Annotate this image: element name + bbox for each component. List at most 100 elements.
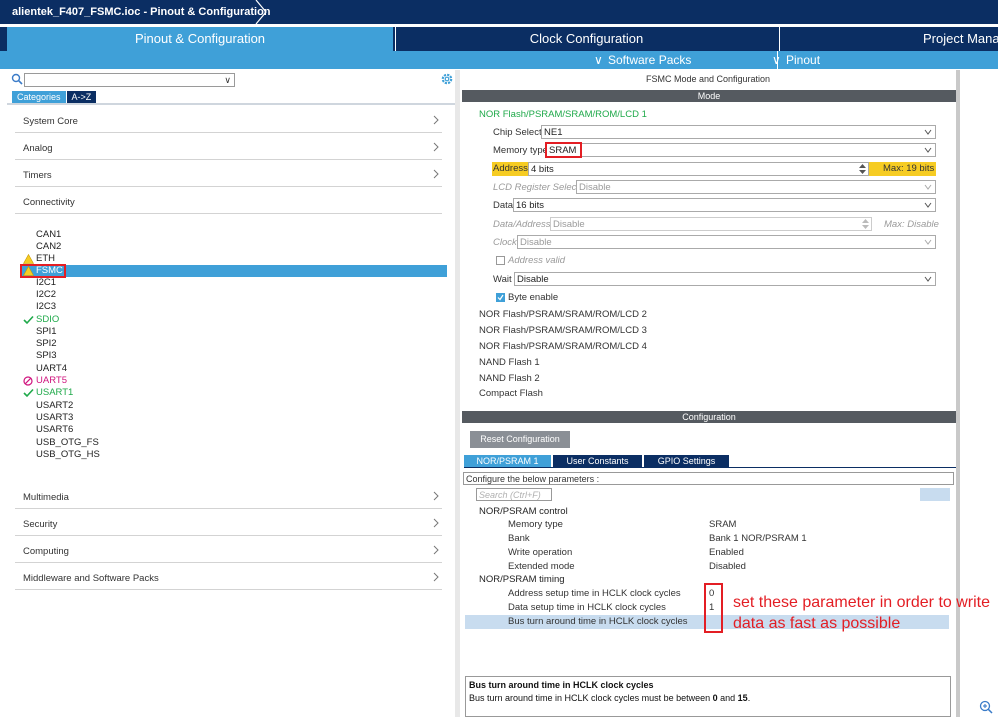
table-row[interactable]: Memory type SRAM [465, 518, 949, 532]
wait-dropdown[interactable]: Disable [514, 272, 936, 286]
divider [7, 103, 455, 105]
byte-enable-checkbox[interactable] [496, 293, 505, 302]
category-computing[interactable]: Computing [15, 539, 442, 563]
tab-user-constants[interactable]: User Constants [553, 455, 642, 467]
software-packs-caret-icon: ∨ [594, 53, 603, 67]
list-item-can1[interactable]: CAN1 [20, 229, 447, 241]
data-address-spinbox[interactable]: Disable [550, 217, 872, 231]
mode-block-lcd4[interactable]: NOR Flash/PSRAM/SRAM/ROM/LCD 4 [479, 341, 647, 352]
chevron-down-icon [924, 276, 932, 282]
parameter-search-input[interactable]: Search (Ctrl+F) [476, 488, 552, 501]
data-address-max: Max: Disable [884, 219, 939, 230]
tab-gpio-settings[interactable]: GPIO Settings [644, 455, 729, 467]
warning-icon [23, 254, 34, 264]
list-item-usart6[interactable]: USART6 [20, 424, 447, 436]
mode-block-lcd2[interactable]: NOR Flash/PSRAM/SRAM/ROM/LCD 2 [479, 309, 647, 320]
clock-row: Clock Disable [493, 235, 937, 250]
address-valid-checkbox[interactable] [496, 256, 505, 265]
list-item-sdio[interactable]: SDIO [20, 314, 447, 326]
list-item-uart4[interactable]: UART4 [20, 363, 447, 375]
lcd-register-select-label: LCD Register Select [493, 182, 580, 193]
chevron-right-icon [433, 518, 439, 528]
address-valid-label: Address valid [508, 255, 566, 266]
category-timers[interactable]: Timers [15, 163, 442, 187]
param-group-control[interactable]: NOR/PSRAM control [479, 506, 568, 517]
list-item-usb-otg-fs[interactable]: USB_OTG_FS [20, 437, 447, 449]
mode-block-nand2[interactable]: NAND Flash 2 [479, 373, 540, 384]
list-item-usart2[interactable]: USART2 [20, 400, 447, 412]
mode-block-nand1[interactable]: NAND Flash 1 [479, 357, 540, 368]
mode-block-lcd3[interactable]: NOR Flash/PSRAM/SRAM/ROM/LCD 3 [479, 325, 647, 336]
tab-nor-psram-1[interactable]: NOR/PSRAM 1 [464, 455, 551, 467]
table-row[interactable]: Bank Bank 1 NOR/PSRAM 1 [465, 532, 949, 546]
window-title[interactable]: alientek_F407_FSMC.ioc - Pinout & Config… [0, 0, 285, 24]
category-system-core[interactable]: System Core [15, 109, 442, 133]
chevron-right-icon [433, 545, 439, 555]
list-item-i2c2[interactable]: I2C2 [20, 289, 447, 301]
chip-select-dropdown[interactable]: NE1 [541, 125, 936, 139]
chevron-right-icon [433, 142, 439, 152]
category-label: Connectivity [23, 197, 75, 208]
list-item-usb-otg-hs[interactable]: USB_OTG_HS [20, 449, 447, 461]
list-item-fsmc[interactable]: FSMC [20, 265, 447, 277]
mode-block-title[interactable]: NOR Flash/PSRAM/SRAM/ROM/LCD 1 [479, 109, 647, 120]
category-multimedia[interactable]: Multimedia [15, 485, 442, 509]
clock-dropdown[interactable]: Disable [517, 235, 936, 249]
list-item-i2c1[interactable]: I2C1 [20, 277, 447, 289]
zoom-in-icon[interactable] [979, 700, 993, 714]
chevron-right-icon [433, 491, 439, 501]
breadcrumb-chevron-icon [255, 0, 267, 24]
list-item-uart5[interactable]: UART5 [20, 375, 447, 387]
category-security[interactable]: Security [15, 512, 442, 536]
no-entry-icon [23, 376, 33, 386]
mode-block-compact-flash[interactable]: Compact Flash [479, 388, 543, 399]
tab-clock-configuration[interactable]: Clock Configuration [395, 27, 777, 51]
chevron-right-icon [433, 115, 439, 125]
lcd-register-select-dropdown[interactable]: Disable [576, 180, 936, 194]
pinout-caret-icon: ∨ [772, 53, 781, 67]
category-middleware[interactable]: Middleware and Software Packs [15, 566, 442, 590]
chip-select-row: Chip Select NE1 [493, 125, 937, 140]
list-item-usart1[interactable]: USART1 [20, 387, 447, 399]
list-item-can2[interactable]: CAN2 [20, 241, 447, 253]
search-options-button[interactable] [920, 488, 950, 501]
data-address-row: Data/Address Disable Max: Disable [493, 217, 939, 232]
memory-type-dropdown[interactable]: SRAM [546, 143, 936, 157]
tab-project-manager[interactable]: Project Mana [779, 27, 998, 51]
wait-label: Wait [493, 274, 512, 285]
list-item-spi1[interactable]: SPI1 [20, 326, 447, 338]
category-search-row: ∨ [7, 72, 455, 88]
category-connectivity[interactable]: Connectivity [15, 190, 442, 214]
spinner-icon[interactable] [858, 163, 867, 175]
list-item-spi2[interactable]: SPI2 [20, 338, 447, 350]
data-width-dropdown[interactable]: 16 bits [513, 198, 936, 212]
reset-configuration-button[interactable]: Reset Configuration [470, 431, 570, 448]
divider [464, 467, 956, 468]
list-item-eth[interactable]: ETH [20, 253, 447, 265]
title-bar: alientek_F407_FSMC.ioc - Pinout & Config… [0, 0, 998, 24]
pinout-menu[interactable]: Pinout [786, 51, 820, 69]
category-search-input[interactable]: ∨ [24, 73, 235, 87]
list-item-usart3[interactable]: USART3 [20, 412, 447, 424]
gear-icon[interactable] [440, 72, 454, 86]
tab-categories[interactable]: Categories [12, 91, 66, 103]
category-analog[interactable]: Analog [15, 136, 442, 160]
list-item-i2c3[interactable]: I2C3 [20, 301, 447, 313]
configuration-instructions: Configure the below parameters : [463, 472, 954, 485]
address-spinbox[interactable]: 4 bits [528, 162, 869, 176]
tab-a-to-z[interactable]: A->Z [66, 91, 97, 103]
list-item-spi3[interactable]: SPI3 [20, 350, 447, 362]
spinner-icon [862, 219, 869, 229]
software-packs-menu[interactable]: Software Packs [608, 51, 691, 69]
search-icon[interactable] [11, 73, 23, 85]
chevron-down-icon[interactable]: ∨ [224, 74, 231, 86]
categories-panel: ∨ Categories A->Z System Core Analog Time… [7, 70, 455, 717]
chevron-down-icon [924, 184, 932, 190]
table-row[interactable]: Write operation Enabled [465, 546, 949, 560]
tab-pinout-configuration[interactable]: Pinout & Configuration [7, 27, 393, 51]
address-max: Max: 19 bits [883, 163, 935, 174]
table-row[interactable]: Extended mode Disabled [465, 560, 949, 574]
main-tabs: Pinout & Configuration Clock Configurati… [0, 27, 998, 51]
param-group-timing[interactable]: NOR/PSRAM timing [479, 574, 565, 585]
category-label: Analog [23, 143, 53, 154]
